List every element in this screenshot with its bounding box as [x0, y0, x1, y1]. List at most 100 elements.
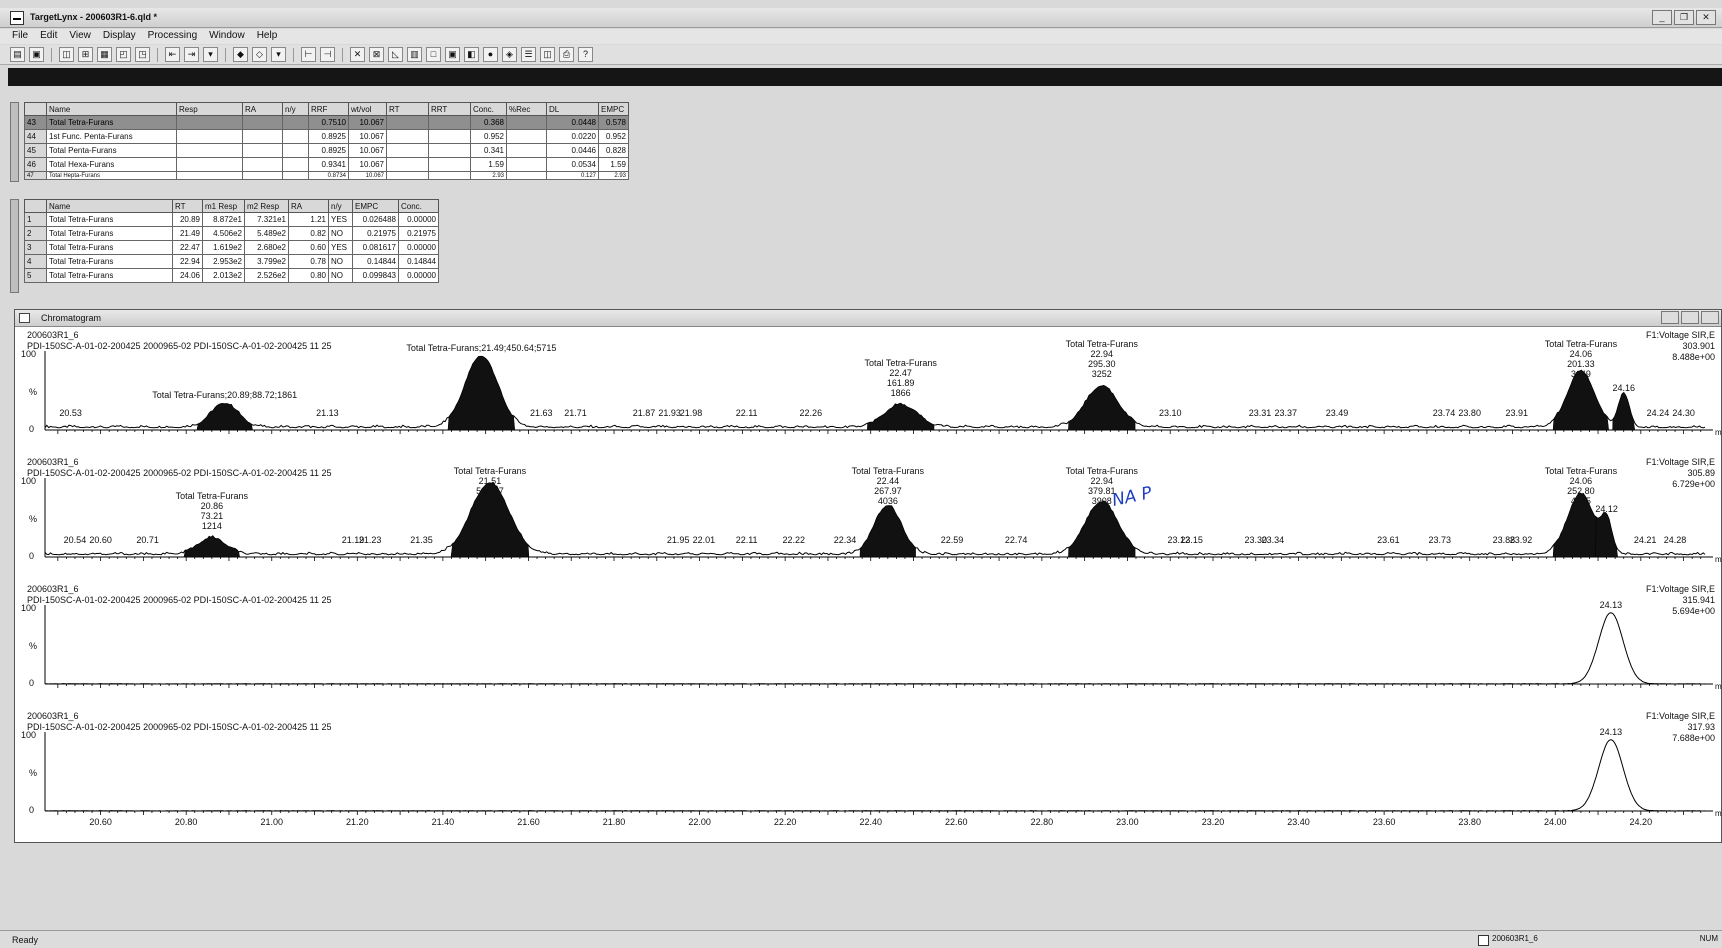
table-row[interactable]: 45 Total Penta-Furans 0.8925 10.067 0.34…	[24, 143, 629, 158]
cell-ra: 0.78	[288, 254, 329, 269]
column-header[interactable]: n/y	[282, 102, 309, 116]
column-header[interactable]: Conc.	[398, 199, 439, 213]
cell-m2-resp: 7.321e1	[244, 212, 289, 227]
table-row[interactable]: 5 Total Tetra-Furans 24.06 2.013e2 2.526…	[24, 268, 439, 283]
view2-icon[interactable]: ◳	[135, 47, 150, 62]
color-icon[interactable]: ◈	[502, 47, 517, 62]
column-header[interactable]: RA	[288, 199, 329, 213]
column-header[interactable]: Name	[46, 199, 173, 213]
table-row[interactable]: 3 Total Tetra-Furans 22.47 1.619e2 2.680…	[24, 240, 439, 255]
menu-help[interactable]: Help	[251, 29, 284, 44]
restore-button[interactable]	[1681, 311, 1699, 324]
close-x-icon[interactable]: ✕	[350, 47, 365, 62]
view-icon[interactable]: ◰	[116, 47, 131, 62]
row-index: 44	[24, 129, 47, 144]
chart-icon[interactable]: ⊞	[78, 47, 93, 62]
column-header[interactable]: wt/vol	[348, 102, 387, 116]
column-header[interactable]	[24, 102, 47, 116]
retention-time-label: 22.11	[735, 535, 758, 545]
cell-ny: NO	[328, 226, 353, 241]
cell-rt	[386, 115, 429, 130]
column-header[interactable]: EMPC	[352, 199, 399, 213]
save-icon[interactable]: ▣	[29, 47, 44, 62]
column-header[interactable]: RA	[242, 102, 283, 116]
zoom-in-icon[interactable]: ⊣	[320, 47, 335, 62]
table-row[interactable]: 4 Total Tetra-Furans 22.94 2.953e2 3.799…	[24, 254, 439, 269]
column-header[interactable]: m2 Resp	[244, 199, 289, 213]
menu-display[interactable]: Display	[97, 29, 142, 44]
cell-rrf: 0.8734	[308, 171, 349, 180]
print-preview-icon[interactable]: ◫	[59, 47, 74, 62]
toolbar-separator	[51, 47, 52, 62]
y-axis-label: 0	[29, 678, 35, 688]
cell-wtvol: 10.067	[348, 143, 387, 158]
app-icon	[10, 11, 24, 25]
column-header[interactable]: RT	[386, 102, 429, 116]
column-header[interactable]: m1 Resp	[202, 199, 245, 213]
summary-panel-tab[interactable]	[10, 102, 19, 182]
column-header[interactable]	[24, 199, 47, 213]
table-row[interactable]: 43 Total Tetra-Furans 0.7510 10.067 0.36…	[24, 115, 629, 130]
column-header[interactable]: EMPC	[598, 102, 629, 116]
close-button[interactable]: ✕	[1696, 10, 1716, 25]
close-button[interactable]	[1701, 311, 1719, 324]
layout2-icon[interactable]: ◺	[388, 47, 403, 62]
prev-icon[interactable]: ⇤	[165, 47, 180, 62]
table-row[interactable]: 44 1st Func. Penta-Furans 0.8925 10.067 …	[24, 129, 629, 144]
help-icon[interactable]: ?	[578, 47, 593, 62]
zoom-out-icon[interactable]: ⊢	[301, 47, 316, 62]
minimize-button[interactable]: _	[1652, 10, 1672, 25]
dropdown-icon[interactable]: ▾	[203, 47, 218, 62]
column-header[interactable]: %Rec	[506, 102, 547, 116]
trace-function-info: F1:Voltage SIR,E 303.901 8.488e+00	[1646, 330, 1715, 363]
next-icon[interactable]: ⇥	[184, 47, 199, 62]
column-header[interactable]: Name	[46, 102, 177, 116]
layout3-icon[interactable]: ▥	[407, 47, 422, 62]
minimize-button[interactable]	[1661, 311, 1679, 324]
column-header[interactable]: Conc.	[470, 102, 507, 116]
restore-button[interactable]: ❐	[1674, 10, 1694, 25]
split-icon[interactable]: ◫	[540, 47, 555, 62]
table-row[interactable]: 1 Total Tetra-Furans 20.89 8.872e1 7.321…	[24, 212, 439, 227]
peak-panel-tab[interactable]	[10, 199, 19, 293]
cell-resp	[176, 171, 243, 180]
chromatogram-controls	[1661, 311, 1719, 324]
column-header[interactable]: RRF	[308, 102, 349, 116]
peak-label-line: 22.94	[1090, 349, 1114, 359]
trace-sample-name: 200603R1_6	[27, 584, 79, 594]
peak-label-line: 201.33	[1567, 359, 1595, 369]
grid-icon[interactable]: ▦	[97, 47, 112, 62]
menu-window[interactable]: Window	[203, 29, 251, 44]
back-icon[interactable]: ◆	[233, 47, 248, 62]
row-index: 5	[24, 268, 47, 283]
menu-file[interactable]: File	[6, 29, 34, 44]
table-row[interactable]: 47 Total Hepta-Furans 0.8734 10.067 2.93…	[24, 171, 629, 180]
column-header[interactable]: RT	[172, 199, 203, 213]
trace-function: F1:Voltage SIR,E	[1645, 711, 1715, 721]
record-icon[interactable]: ●	[483, 47, 498, 62]
layout6-icon[interactable]: ◧	[464, 47, 479, 62]
layout4-icon[interactable]: □	[426, 47, 441, 62]
peak-label-line: Total Tetra-Furans	[453, 466, 527, 476]
dropdown-icon[interactable]: ▾	[271, 47, 286, 62]
trace-function: F1:Voltage SIR,E	[1645, 584, 1715, 594]
layout1-icon[interactable]: ⊠	[369, 47, 384, 62]
layout5-icon[interactable]: ▣	[445, 47, 460, 62]
menu-processing[interactable]: Processing	[142, 29, 203, 44]
forward-icon[interactable]: ◇	[252, 47, 267, 62]
chromatogram-body[interactable]: 100%0min200603R1_6PDI-150SC-A-01-02-2004…	[15, 327, 1722, 842]
trace-function: F1:Voltage SIR,E	[1645, 457, 1715, 467]
table-row[interactable]: 46 Total Hexa-Furans 0.9341 10.067 1.59 …	[24, 157, 629, 172]
menu-view[interactable]: View	[63, 29, 97, 44]
column-header[interactable]: RRT	[428, 102, 471, 116]
printer-icon[interactable]: ⎙	[559, 47, 574, 62]
column-header[interactable]: Resp	[176, 102, 243, 116]
trace-sample-name: 200603R1_6	[27, 711, 79, 721]
column-header[interactable]: n/y	[328, 199, 353, 213]
open-icon[interactable]: ▤	[10, 47, 25, 62]
column-header[interactable]: DL	[546, 102, 599, 116]
table-row[interactable]: 2 Total Tetra-Furans 21.49 4.506e2 5.489…	[24, 226, 439, 241]
cell-dl: 0.127	[546, 171, 599, 180]
menu-edit[interactable]: Edit	[34, 29, 63, 44]
list-icon[interactable]: ☰	[521, 47, 536, 62]
